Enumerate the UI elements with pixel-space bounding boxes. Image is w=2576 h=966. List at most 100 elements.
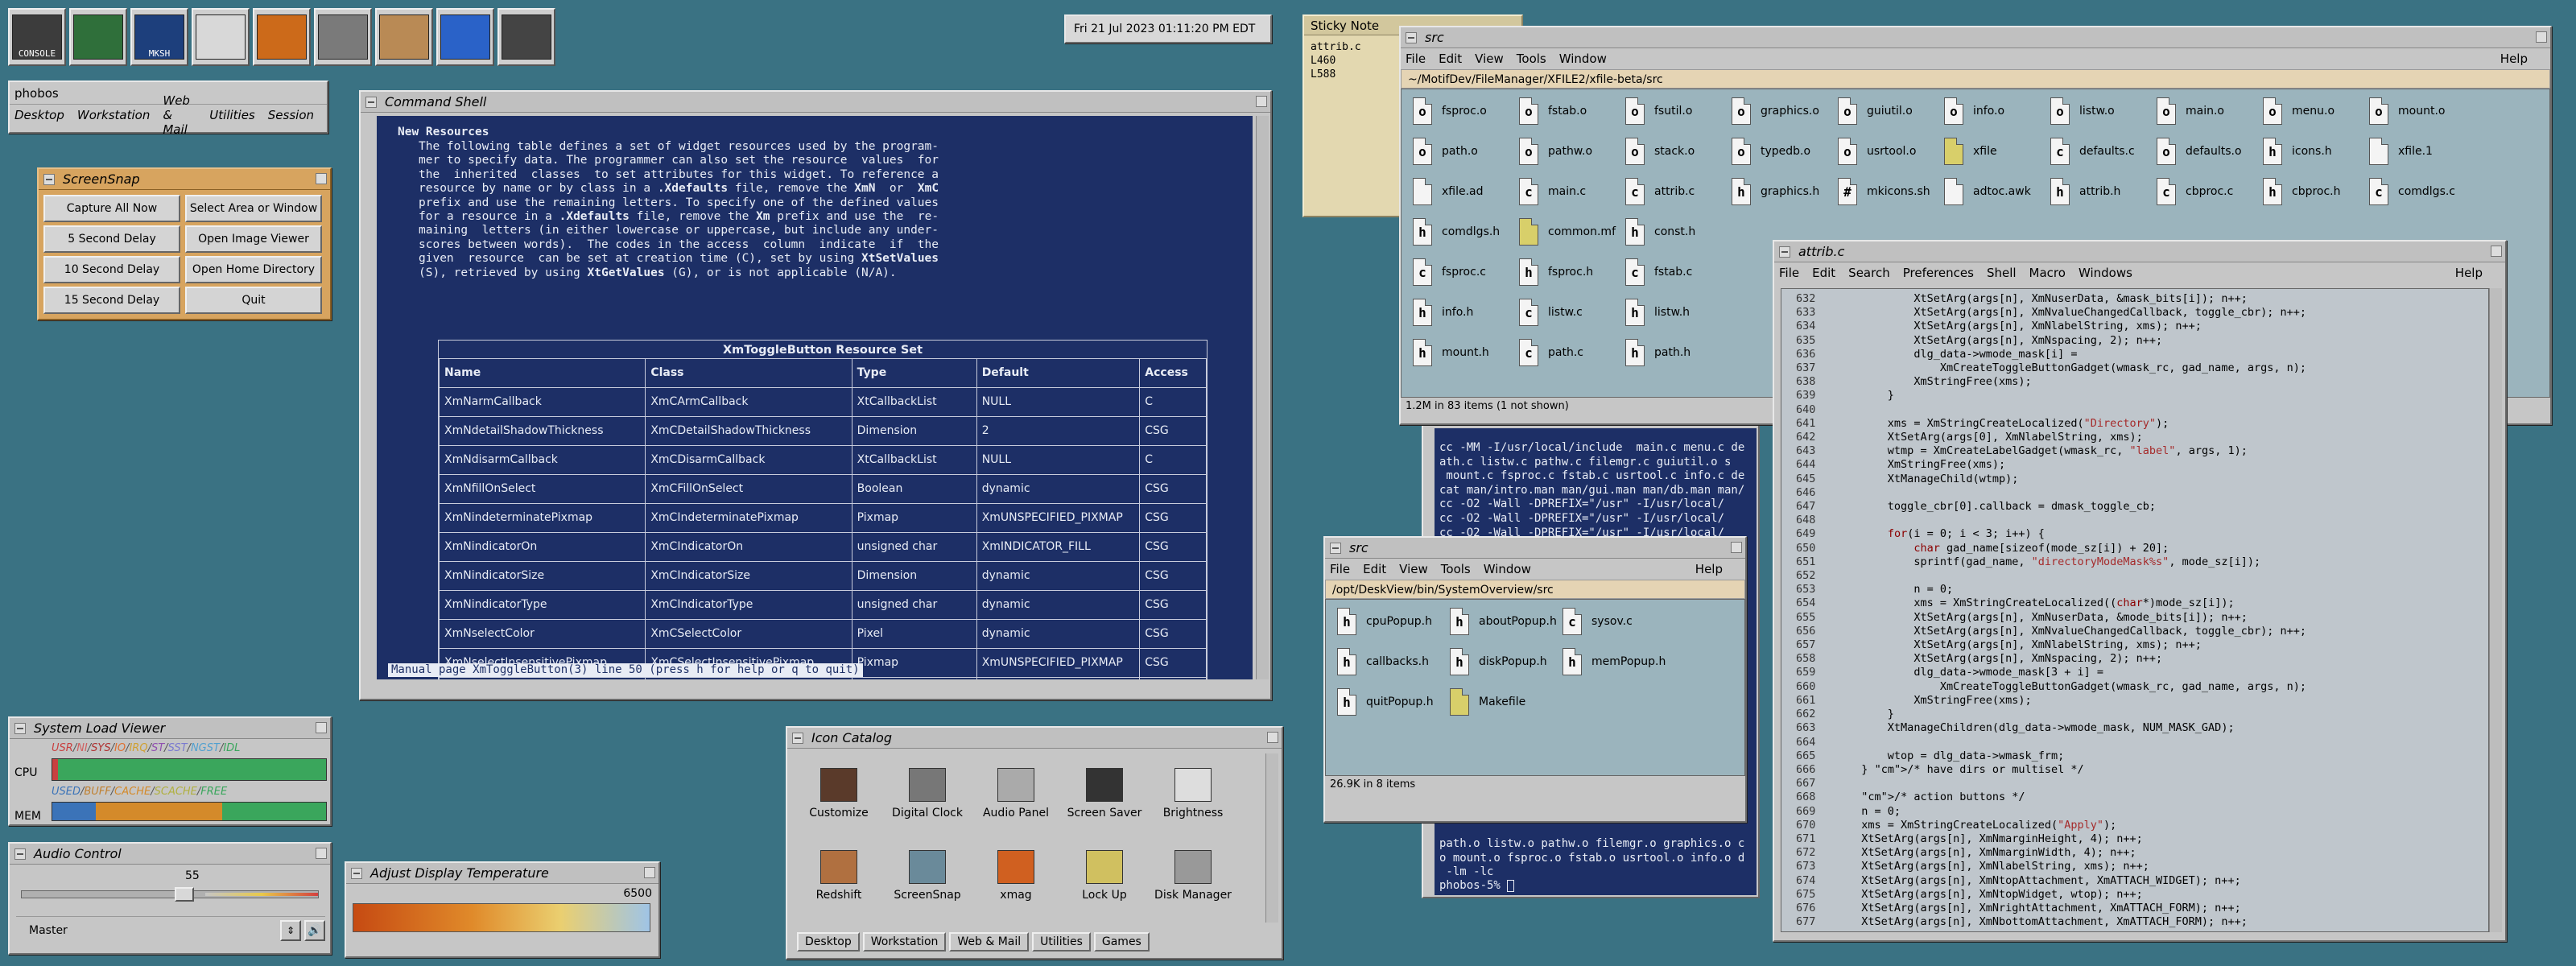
catalog-tab[interactable]: Workstation: [862, 932, 947, 952]
minimize-icon[interactable]: [316, 848, 327, 859]
shell-prompt[interactable]: phobos-5%: [1439, 879, 1515, 894]
file-item[interactable]: h cbproc.h: [2263, 178, 2341, 205]
screensnap-button[interactable]: Open Home Directory: [185, 256, 322, 283]
catalog-tab[interactable]: Web & Mail: [949, 932, 1030, 952]
file-item[interactable]: c main.c: [1519, 178, 1586, 205]
volume-slider[interactable]: [21, 887, 319, 902]
menu-item-window[interactable]: Window: [1559, 52, 1607, 66]
launcher-globe[interactable]: [436, 8, 494, 66]
editor-titlebar[interactable]: attrib.c: [1774, 242, 2505, 262]
workspace-menu-item[interactable]: Utilities: [209, 108, 254, 122]
file-item[interactable]: o usrtool.o: [1838, 138, 1916, 165]
catalog-tab[interactable]: Utilities: [1032, 932, 1091, 952]
file-item[interactable]: h listw.h: [1625, 299, 1690, 326]
file-item[interactable]: o fsproc.o: [1413, 97, 1487, 125]
filemgr2-titlebar[interactable]: src: [1325, 538, 1745, 559]
catalog-item[interactable]: xmag: [968, 850, 1064, 902]
catalog-item[interactable]: Brightness: [1145, 768, 1241, 819]
help-menu[interactable]: Help: [2500, 52, 2528, 66]
filemgr-path[interactable]: ~/MotifDev/FileManager/XFILE2/xfile-beta…: [1401, 69, 2550, 89]
file-item[interactable]: h const.h: [1625, 218, 1695, 246]
catalog-item[interactable]: Lock Up: [1056, 850, 1153, 902]
launcher-filemanager[interactable]: [497, 8, 555, 66]
catalog-item[interactable]: Customize: [791, 768, 887, 819]
window-menu-icon[interactable]: [351, 867, 362, 879]
screensnap-button[interactable]: 5 Second Delay: [43, 225, 180, 253]
catalog-item[interactable]: Digital Clock: [879, 768, 976, 819]
window-menu-icon[interactable]: [1330, 542, 1341, 554]
file-item[interactable]: o main.o: [2157, 97, 2224, 125]
window-menu-icon[interactable]: [1406, 31, 1417, 43]
screensnap-button[interactable]: Quit: [185, 287, 322, 314]
file-item[interactable]: o fsutil.o: [1625, 97, 1692, 125]
help-menu[interactable]: Help: [2455, 266, 2483, 280]
file-item[interactable]: o mount.o: [2369, 97, 2445, 125]
minimize-icon[interactable]: [644, 867, 655, 878]
file-item[interactable]: h graphics.h: [1732, 178, 1819, 205]
manpage-terminal[interactable]: New Resources The following table define…: [377, 116, 1253, 679]
menu-item-view[interactable]: View: [1475, 52, 1504, 66]
file-item[interactable]: Makefile: [1450, 688, 1525, 716]
menu-item-search[interactable]: Search: [1848, 266, 1890, 280]
launcher-editor[interactable]: [192, 8, 250, 66]
file-item[interactable]: h diskPopup.h: [1450, 648, 1547, 675]
catalog-scrollbar[interactable]: [1265, 753, 1278, 923]
workspace-menu-item[interactable]: Web & Mail: [163, 93, 196, 137]
launcher-mksh[interactable]: MKSH: [130, 8, 188, 66]
temperature-slider[interactable]: [353, 903, 650, 932]
file-item[interactable]: xfile: [1944, 138, 1997, 165]
cmdshell-scrollbar[interactable]: [1256, 116, 1269, 679]
launcher-console[interactable]: CONSOLE: [8, 8, 66, 66]
file-item[interactable]: h info.h: [1413, 299, 1473, 326]
menu-item-file[interactable]: File: [1330, 562, 1350, 576]
file-item[interactable]: c attrib.c: [1625, 178, 1695, 205]
screensnap-button[interactable]: Select Area or Window: [185, 195, 322, 222]
window-menu-icon[interactable]: [1779, 246, 1790, 258]
screensnap-button[interactable]: 15 Second Delay: [43, 287, 180, 314]
audio-titlebar[interactable]: Audio Control: [10, 844, 330, 865]
file-item[interactable]: xfile.ad: [1413, 178, 1484, 205]
file-item[interactable]: o info.o: [1944, 97, 2004, 125]
catalog-tab[interactable]: Games: [1093, 932, 1150, 952]
file-item[interactable]: h aboutPopup.h: [1450, 608, 1557, 635]
screensnap-titlebar[interactable]: ScreenSnap: [39, 169, 330, 190]
launcher-wallpaper[interactable]: [375, 8, 433, 66]
help-menu[interactable]: Help: [1695, 562, 1723, 576]
channel-spin-icon[interactable]: ⇕: [280, 919, 301, 941]
file-item[interactable]: o guiutil.o: [1838, 97, 1913, 125]
file-item[interactable]: h cpuPopup.h: [1337, 608, 1432, 635]
file-item[interactable]: h comdlgs.h: [1413, 218, 1500, 246]
menu-item-edit[interactable]: Edit: [1812, 266, 1835, 280]
file-item[interactable]: o fstab.o: [1519, 97, 1587, 125]
file-item[interactable]: o stack.o: [1625, 138, 1695, 165]
file-item[interactable]: c sysov.c: [1563, 608, 1633, 635]
file-item[interactable]: h quitPopup.h: [1337, 688, 1434, 716]
menu-item-file[interactable]: File: [1406, 52, 1426, 66]
file-item[interactable]: common.mf: [1519, 218, 1616, 246]
launcher-keyboard[interactable]: [314, 8, 372, 66]
file-item[interactable]: o defaults.o: [2157, 138, 2242, 165]
menu-item-preferences[interactable]: Preferences: [1903, 266, 1974, 280]
window-menu-icon[interactable]: [365, 96, 377, 108]
file-item[interactable]: o typedb.o: [1732, 138, 1810, 165]
maximize-icon[interactable]: [2491, 246, 2502, 257]
file-item[interactable]: # mkicons.sh: [1838, 178, 1930, 205]
minimize-icon[interactable]: [316, 722, 327, 733]
catalog-titlebar[interactable]: Icon Catalog: [787, 728, 1282, 749]
file-item[interactable]: h path.h: [1625, 339, 1690, 366]
file-item[interactable]: c path.c: [1519, 339, 1583, 366]
file-item[interactable]: o graphics.o: [1732, 97, 1819, 125]
file-item[interactable]: c fstab.c: [1625, 258, 1692, 286]
file-item[interactable]: c comdlgs.c: [2369, 178, 2455, 205]
maximize-icon[interactable]: [1256, 96, 1267, 107]
file-item[interactable]: h attrib.h: [2050, 178, 2120, 205]
menu-item-window[interactable]: Window: [1484, 562, 1531, 576]
speaker-icon[interactable]: 🔊: [304, 919, 325, 941]
file-item[interactable]: xfile.1: [2369, 138, 2433, 165]
editor-text-area[interactable]: 632 XtSetArg(args[n], XmNuserData, &mask…: [1781, 288, 2489, 932]
temperature-titlebar[interactable]: Adjust Display Temperature: [346, 863, 658, 884]
menu-item-tools[interactable]: Tools: [1517, 52, 1546, 66]
catalog-item[interactable]: ScreenSnap: [879, 850, 976, 902]
file-item[interactable]: adtoc.awk: [1944, 178, 2031, 205]
screensnap-button[interactable]: 10 Second Delay: [43, 256, 180, 283]
